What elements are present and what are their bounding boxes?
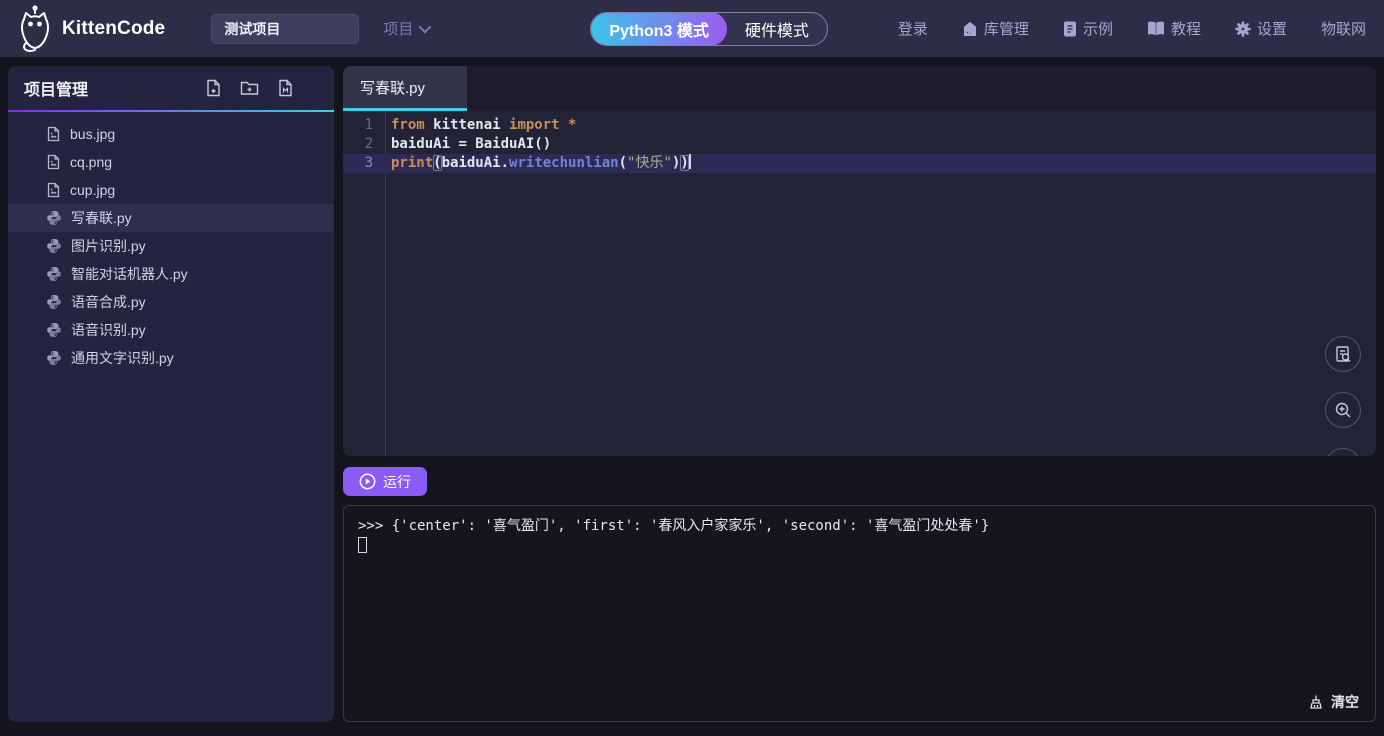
- code-area[interactable]: 1 from kittenai import * 2 baiduAi = BaiduA…: [343, 111, 1376, 456]
- code-line-2[interactable]: 2 baiduAi = BaiduAI(): [343, 135, 1376, 154]
- project-menu-label: 项目: [383, 21, 414, 38]
- line-number: 1: [364, 117, 373, 133]
- file-row-bus.jpg[interactable]: bus.jpg: [8, 120, 334, 148]
- clear-button-label: 清空: [1331, 694, 1359, 710]
- kitten-logo-icon: [21, 4, 49, 52]
- file-row-智能对话机器人.py[interactable]: 智能对话机器人.py: [8, 260, 334, 288]
- nav-item-教程[interactable]: 教程: [1147, 18, 1201, 39]
- python-file-icon: [46, 350, 62, 366]
- file-list: bus.jpg cq.png cup.jpg 写春联.py 图片识别.py 智能…: [8, 112, 334, 372]
- python-file-icon: [46, 266, 62, 282]
- nav-item-物联网[interactable]: 物联网: [1321, 18, 1366, 39]
- project-menu-dropdown[interactable]: 项目: [383, 18, 432, 39]
- file-row-写春联.py[interactable]: 写春联.py: [8, 204, 334, 232]
- chevron-down-icon: [418, 20, 432, 34]
- tutorial-icon: [1147, 21, 1165, 36]
- python-file-icon: [46, 294, 62, 310]
- app-title: KittenCode: [62, 17, 166, 39]
- nav-item-示例[interactable]: 示例: [1063, 18, 1113, 39]
- console-cursor: [358, 537, 367, 553]
- python-file-icon: [46, 210, 62, 226]
- file-row-cup.jpg[interactable]: cup.jpg: [8, 176, 334, 204]
- import-file-icon[interactable]: [277, 79, 294, 97]
- hardware-mode-button[interactable]: 硬件模式: [727, 13, 827, 45]
- run-button-label: 运行: [383, 473, 411, 490]
- library-icon: [962, 21, 978, 37]
- play-icon: [359, 473, 376, 490]
- file-row-语音识别.py[interactable]: 语音识别.py: [8, 316, 334, 344]
- new-folder-icon[interactable]: [240, 80, 259, 96]
- editor-float-buttons: [1325, 336, 1361, 456]
- top-bar: KittenCode 项目 Python3 模式 硬件模式 登录 库管理 示例 …: [0, 0, 1384, 57]
- code-text: baiduAi = BaiduAI(): [391, 136, 552, 152]
- new-file-icon[interactable]: [205, 79, 222, 97]
- python-file-icon: [46, 322, 62, 338]
- clear-console-button[interactable]: 清空: [1308, 692, 1359, 712]
- app-logo: KittenCode: [12, 4, 166, 53]
- nav-item-设置[interactable]: 设置: [1235, 18, 1287, 39]
- sidebar-title: 项目管理: [24, 82, 89, 99]
- top-nav: 登录 库管理 示例 教程 设置 物联网: [898, 18, 1366, 39]
- code-line-1[interactable]: 1 from kittenai import *: [343, 116, 1376, 135]
- project-name-input[interactable]: [211, 13, 360, 44]
- code-text: print(baiduAi.writechunlian("快乐")): [391, 154, 691, 171]
- line-number: 2: [364, 136, 373, 152]
- mode-toggle: Python3 模式 硬件模式: [590, 11, 828, 46]
- file-row-通用文字识别.py[interactable]: 通用文字识别.py: [8, 344, 334, 372]
- examples-icon: [1063, 21, 1077, 37]
- line-number: 3: [364, 155, 373, 171]
- console-output-line: >>> {'center': '喜气盈门', 'first': '春风入户家家乐…: [358, 518, 990, 534]
- file-row-cq.png[interactable]: cq.png: [8, 148, 334, 176]
- file-row-语音合成.py[interactable]: 语音合成.py: [8, 288, 334, 316]
- zoom-in-icon[interactable]: [1325, 392, 1361, 428]
- python3-mode-button[interactable]: Python3 模式: [591, 12, 727, 45]
- broom-icon: [1310, 695, 1322, 709]
- editor-tab-bar: 写春联.py: [343, 66, 1376, 111]
- image-file-icon: [46, 126, 61, 142]
- settings-icon: [1235, 20, 1251, 37]
- code-text: from kittenai import *: [391, 117, 577, 133]
- editor-tab-active[interactable]: 写春联.py: [343, 66, 467, 111]
- nav-item-库管理[interactable]: 库管理: [962, 18, 1029, 39]
- code-line-3[interactable]: 3 print(baiduAi.writechunlian("快乐")): [343, 154, 1376, 173]
- image-file-icon: [46, 182, 61, 198]
- nav-item-登录[interactable]: 登录: [898, 18, 928, 39]
- sidebar-header: 项目管理: [8, 66, 334, 110]
- run-button[interactable]: 运行: [343, 467, 427, 496]
- python-file-icon: [46, 238, 62, 254]
- zoom-out-icon[interactable]: [1325, 448, 1361, 456]
- project-sidebar: 项目管理 bus.jpg cq.png cup.jpg 写春联.py 图片识别.…: [8, 66, 334, 722]
- file-row-图片识别.py[interactable]: 图片识别.py: [8, 232, 334, 260]
- format-code-icon[interactable]: [1325, 336, 1361, 372]
- editor-tab-label: 写春联.py: [360, 79, 426, 97]
- output-console[interactable]: >>> {'center': '喜气盈门', 'first': '春风入户家家乐…: [343, 505, 1376, 722]
- image-file-icon: [46, 154, 61, 170]
- code-editor-panel: 写春联.py 1 from kittenai import * 2 baiduAi =…: [343, 66, 1376, 456]
